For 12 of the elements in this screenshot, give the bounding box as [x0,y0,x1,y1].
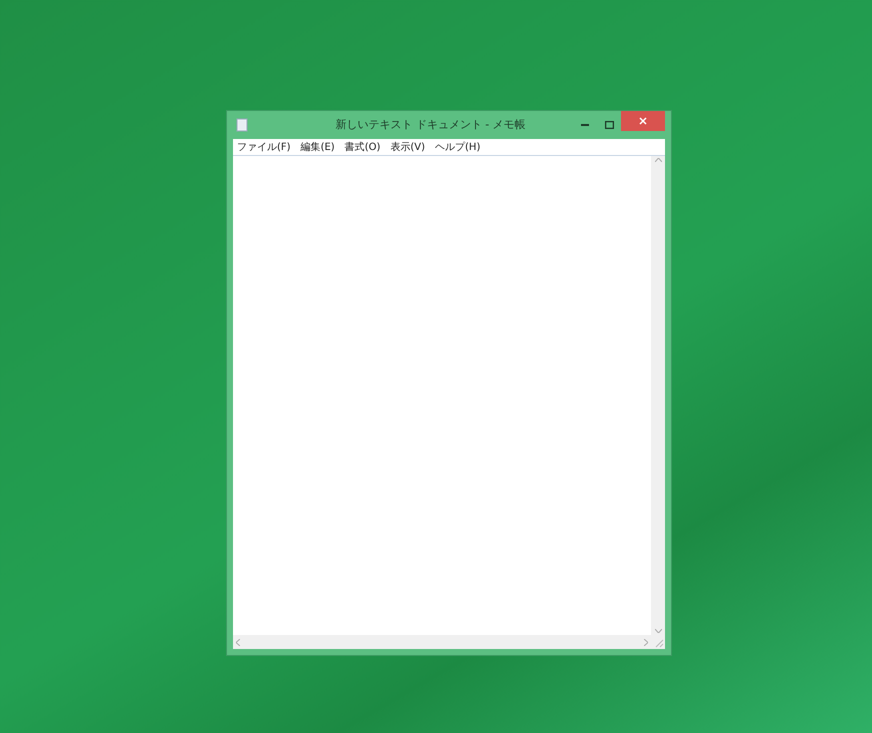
window-title: 新しいテキスト ドキュメント - メモ帳 [334,116,527,133]
notepad-icon [236,118,248,132]
menu-item[interactable]: ヘルプ(H) [435,140,480,154]
menu-item[interactable]: 書式(O) [344,140,380,154]
close-icon [639,117,647,125]
menu-item[interactable]: ファイル(F) [237,140,291,154]
vertical-scrollbar[interactable] [651,156,665,635]
maximize-icon [604,121,614,129]
minimize-icon [581,124,589,126]
horizontal-scrollbar[interactable] [233,635,651,649]
menu-item[interactable]: 表示(V) [390,140,426,154]
menu-item[interactable]: 編集(E) [300,140,335,154]
